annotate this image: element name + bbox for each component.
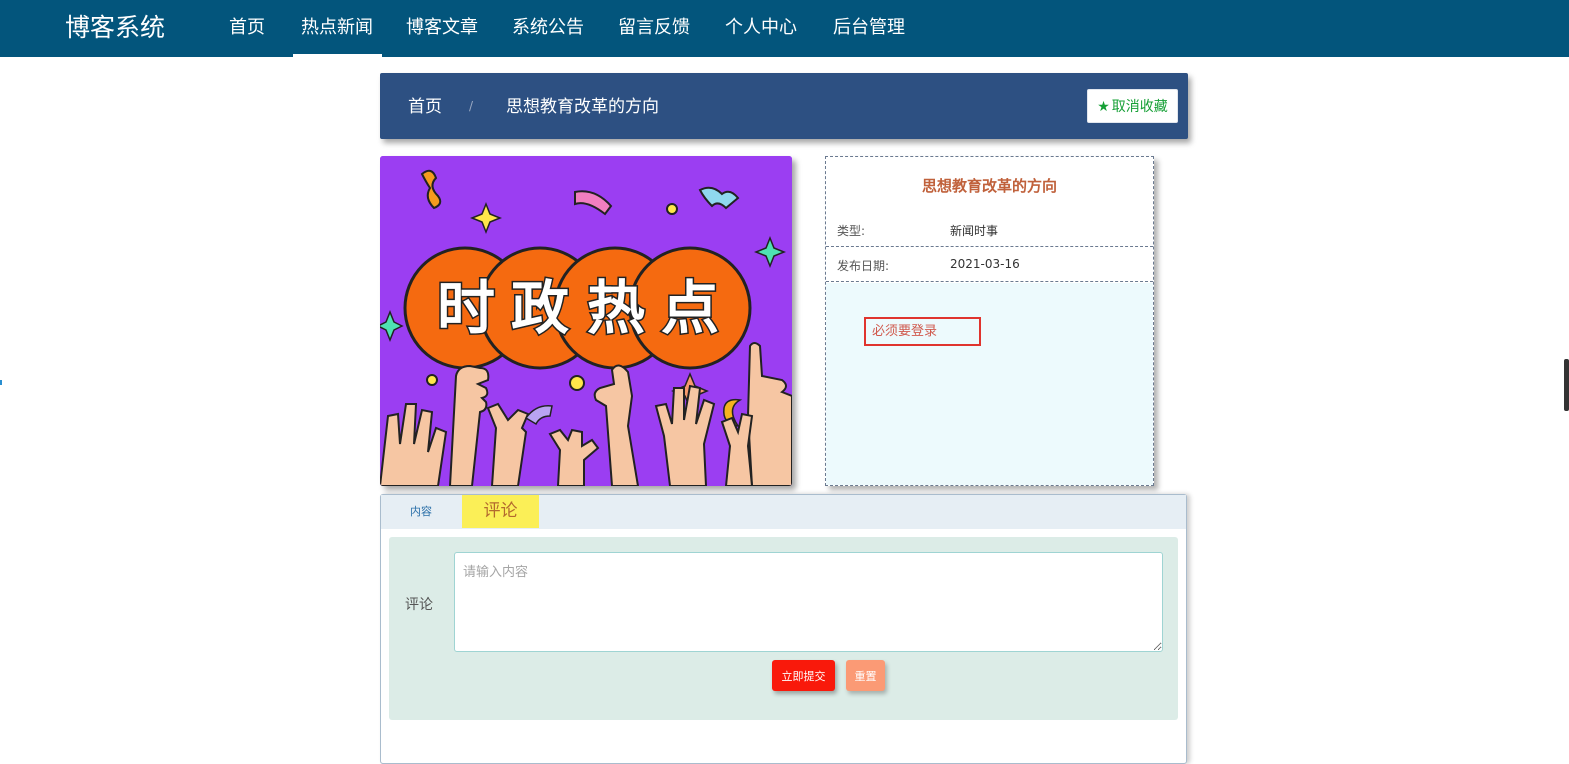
news-poster-image: 时 政 热 点 (380, 156, 792, 486)
poster-char-4: 点 (661, 274, 719, 342)
star-icon: ★ (1097, 99, 1110, 115)
tab-comment[interactable]: 评论 (462, 495, 539, 528)
reset-button[interactable]: 重置 (846, 660, 885, 691)
breadcrumb-current: 思想教育改革的方向 (506, 97, 659, 117)
breadcrumb: 首页 / 思想教育改革的方向 ★ 取消收藏 (380, 73, 1188, 139)
nav-item-announcements[interactable]: 系统公告 (512, 16, 584, 40)
page-scrollbar-thumb[interactable] (1564, 359, 1569, 411)
breadcrumb-separator: / (469, 99, 474, 113)
nav-item-home[interactable]: 首页 (229, 16, 265, 40)
nav-item-personal-center[interactable]: 个人中心 (725, 16, 797, 40)
tab-content[interactable]: 内容 (381, 495, 461, 529)
poster-char-1: 时 (437, 274, 495, 342)
submit-button[interactable]: 立即提交 (772, 660, 835, 691)
nav-item-hot-news[interactable]: 热点新闻 (301, 16, 373, 40)
active-nav-indicator (293, 54, 382, 57)
poster-char-3: 热 (587, 274, 645, 342)
comment-label: 评论 (405, 597, 433, 613)
login-required-notice[interactable]: 必须要登录 (864, 317, 981, 346)
news-info-panel: 思想教育改革的方向 类型: 新闻时事 发布日期: 2021-03-16 必须要登… (825, 156, 1154, 486)
info-row-type: 类型: 新闻时事 (826, 212, 1153, 247)
poster-char-2: 政 (511, 274, 569, 342)
left-edge-marker (0, 380, 2, 385)
nav-item-admin[interactable]: 后台管理 (833, 16, 905, 40)
breadcrumb-home-link[interactable]: 首页 (408, 96, 442, 118)
unfavorite-label: 取消收藏 (1111, 99, 1168, 115)
type-label: 类型: (837, 224, 866, 238)
comment-form: 评论 立即提交 重置 (389, 537, 1178, 720)
info-row-date: 发布日期: 2021-03-16 (826, 247, 1153, 282)
detail-tabs-card: 内容 评论 评论 立即提交 重置 (380, 494, 1187, 764)
news-title: 思想教育改革的方向 (921, 177, 1057, 195)
comment-input[interactable] (454, 552, 1163, 652)
unfavorite-button[interactable]: ★ 取消收藏 (1087, 89, 1178, 123)
date-label: 发布日期: (837, 259, 890, 273)
top-navbar: 博客系统 首页 热点新闻 博客文章 系统公告 留言反馈 个人中心 后台管理 (0, 0, 1569, 57)
nav-item-feedback[interactable]: 留言反馈 (618, 16, 690, 40)
date-value: 2021-03-16 (950, 257, 1020, 271)
info-body: 必须要登录 (826, 283, 1153, 485)
brand-logo[interactable]: 博客系统 (65, 12, 165, 44)
type-value: 新闻时事 (950, 224, 999, 238)
nav-item-blog-articles[interactable]: 博客文章 (406, 16, 478, 40)
tab-bar: 内容 评论 (381, 495, 1186, 529)
